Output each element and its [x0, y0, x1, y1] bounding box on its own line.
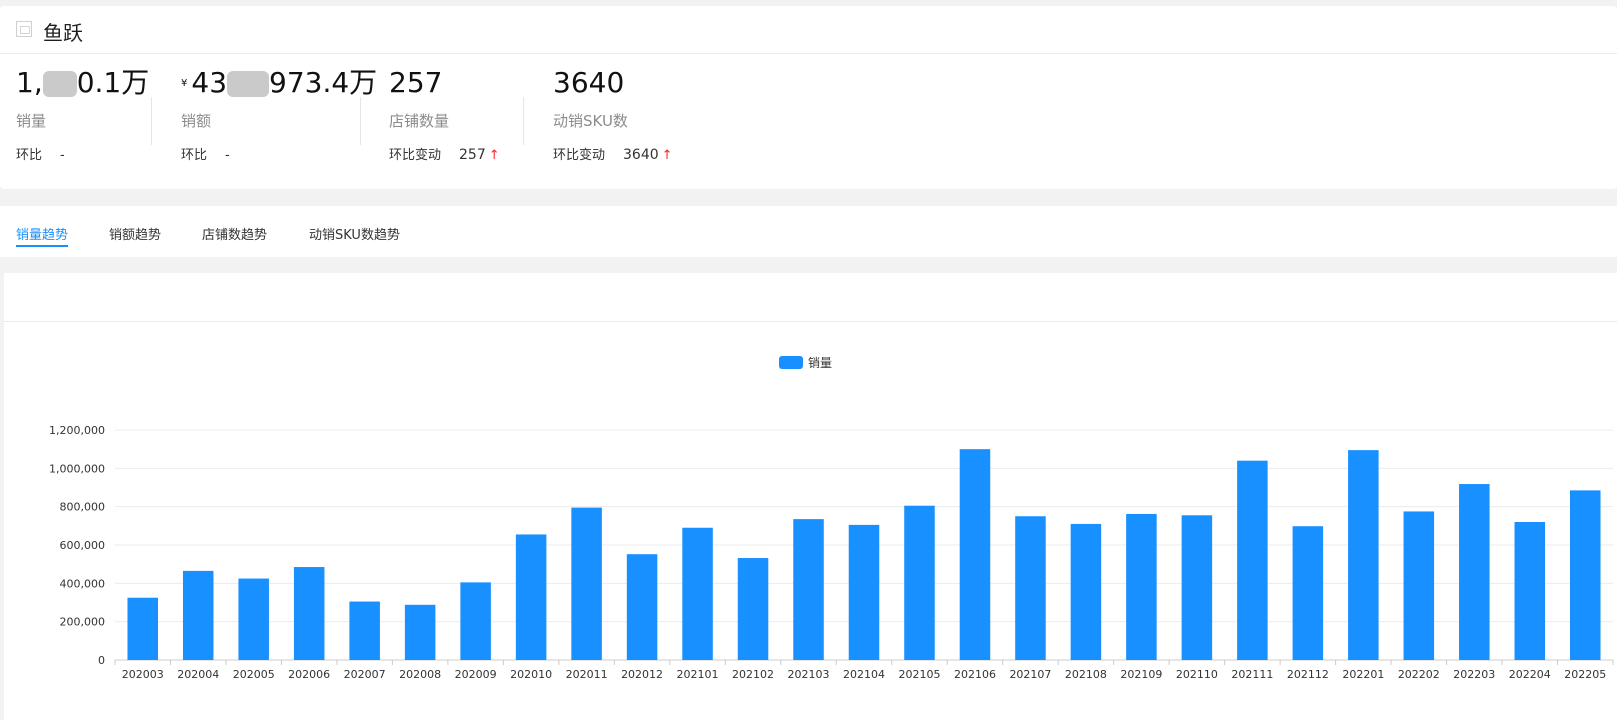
- bar: [460, 582, 491, 660]
- bar: [1181, 515, 1213, 660]
- bar: [1237, 460, 1268, 660]
- metric-sku-count: 3640 动销SKU数 环比变动 3640 ↑: [553, 63, 673, 163]
- chart-card: 销量 0 200,000 400,000 600,000 800,000 1,000,000…: [4, 273, 1617, 720]
- up-arrow-icon: ↑: [661, 148, 673, 163]
- x-tick-label: 202201: [1342, 668, 1384, 681]
- up-arrow-icon: ↑: [488, 148, 500, 163]
- x-tick-label: 202103: [788, 668, 830, 681]
- x-tick-label: 202202: [1398, 668, 1440, 681]
- bar: [238, 578, 269, 660]
- bar: [1070, 523, 1102, 660]
- metric-label: 店铺数量: [389, 112, 450, 130]
- x-tick-label: 202010: [510, 668, 552, 681]
- x-tick-label: 202203: [1453, 668, 1495, 681]
- bar: [1015, 516, 1046, 660]
- metric-label: 销量: [16, 112, 47, 130]
- metric-divider: [523, 97, 524, 145]
- x-tick-label: 202108: [1065, 668, 1107, 681]
- bar: [682, 527, 713, 660]
- y-tick-label: 400,000: [60, 577, 106, 590]
- brand-title-bar: 鱼跃: [0, 6, 1617, 54]
- bar: [515, 534, 547, 660]
- bar: [571, 507, 602, 660]
- y-tick-label: 800,000: [60, 501, 106, 514]
- metric-value: ¥43 973.4万: [181, 66, 378, 99]
- metric-divider: [151, 97, 152, 145]
- x-tick-label: 202008: [399, 668, 441, 681]
- metric-sales-volume: 1, 0.1万 销量 环比 -: [16, 63, 149, 163]
- y-tick-label: 1,200,000: [49, 424, 105, 437]
- bar: [904, 505, 935, 660]
- redacted-mask: [227, 71, 270, 97]
- bar: [1403, 511, 1435, 660]
- x-tick-label: 202110: [1176, 668, 1218, 681]
- redacted-mask: [42, 71, 77, 97]
- legend-swatch: [779, 356, 803, 369]
- tab-sales-volume-trend[interactable]: 销量趋势: [16, 224, 69, 247]
- tab-sales-amount-trend[interactable]: 销额趋势: [109, 224, 161, 243]
- bar: [1459, 484, 1490, 660]
- x-tick-label: 202204: [1509, 668, 1551, 681]
- metric-value: 1, 0.1万: [16, 66, 150, 99]
- bar: [848, 524, 880, 660]
- bar: [182, 570, 214, 660]
- y-tick-label: 600,000: [60, 539, 106, 552]
- bar: [959, 449, 991, 660]
- metric-compare: 环比变动 257 ↑: [389, 147, 500, 163]
- bar: [1348, 450, 1379, 660]
- x-tick-label: 202003: [122, 668, 164, 681]
- bar: [127, 597, 158, 660]
- tab-sku-count-trend[interactable]: 动销SKU数趋势: [309, 224, 400, 243]
- bar: [349, 601, 380, 660]
- metric-label: 动销SKU数: [553, 112, 628, 130]
- x-tick-label: 202004: [177, 668, 219, 681]
- trend-tabs: 销量趋势 销额趋势 店铺数趋势 动销SKU数趋势: [0, 206, 1617, 257]
- metric-compare: 环比 -: [16, 148, 65, 163]
- bar: [1292, 526, 1324, 660]
- legend-label: 销量: [808, 356, 832, 370]
- x-tick-label: 202104: [843, 668, 885, 681]
- bar: [1514, 522, 1546, 660]
- x-tick-label: 202101: [677, 668, 719, 681]
- metric-compare: 环比变动 3640 ↑: [553, 147, 673, 163]
- y-tick-label: 0: [98, 654, 105, 667]
- x-tick-label: 202112: [1287, 668, 1329, 681]
- metric-label: 销额: [181, 112, 212, 130]
- metric-sales-amount: ¥43 973.4万 销额 环比 -: [181, 63, 377, 163]
- x-tick-label: 202006: [288, 668, 330, 681]
- x-tick-label: 202005: [233, 668, 275, 681]
- bar: [293, 567, 325, 660]
- metric-value: 3640: [553, 66, 625, 99]
- brand-name: 鱼跃: [43, 21, 83, 45]
- metric-value: 257: [389, 66, 443, 99]
- x-tick-label: 202107: [1009, 668, 1051, 681]
- y-tick-label: 1,000,000: [49, 462, 105, 475]
- x-tick-label: 202105: [898, 668, 940, 681]
- x-tick-label: 202012: [621, 668, 663, 681]
- bar: [626, 554, 658, 660]
- bar: [793, 519, 824, 660]
- x-tick-label: 202109: [1120, 668, 1162, 681]
- bar: [737, 558, 769, 660]
- metric-store-count: 257 店铺数量 环比变动 257 ↑: [389, 63, 500, 163]
- metric-compare: 环比 -: [181, 148, 230, 163]
- sales-volume-bar-chart: 销量 0 200,000 400,000 600,000 800,000 1,000,000…: [49, 356, 1614, 681]
- tab-store-count-trend[interactable]: 店铺数趋势: [202, 224, 267, 243]
- x-tick-label: 202009: [455, 668, 497, 681]
- y-tick-label: 200,000: [60, 616, 106, 629]
- x-tick-label: 202205: [1564, 668, 1606, 681]
- bar: [1570, 490, 1601, 660]
- bar: [404, 604, 436, 660]
- metric-divider: [360, 97, 361, 145]
- bar: [1126, 513, 1157, 660]
- store-icon: [16, 21, 32, 37]
- x-tick-label: 202102: [732, 668, 774, 681]
- x-tick-label: 202111: [1231, 668, 1273, 681]
- x-tick-label: 202106: [954, 668, 996, 681]
- x-tick-label: 202011: [566, 668, 608, 681]
- x-tick-label: 202007: [344, 668, 386, 681]
- summary-card: 鱼跃 1, 0.1万 销量 环比 - ¥43 973.4万 销额 环比 - 257 店铺…: [0, 6, 1617, 189]
